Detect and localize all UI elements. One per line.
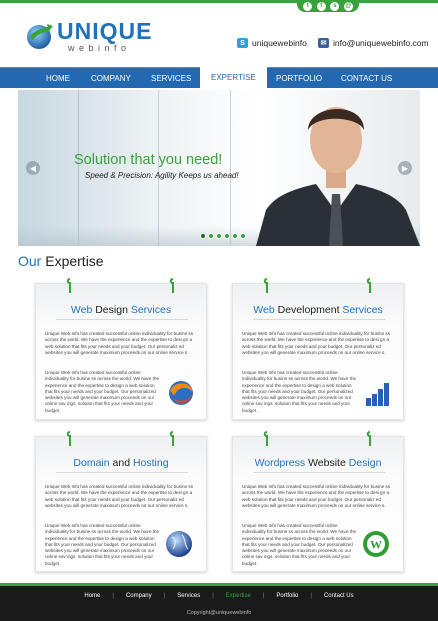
divider [253, 319, 385, 320]
card-title: Web Design Services [70, 304, 172, 316]
card-domain-hosting[interactable]: Domain and Hosting Unique Web Info has c… [35, 431, 207, 572]
logo-wordmark: UNIQUE [57, 18, 153, 44]
footer-link-company[interactable]: Company [114, 593, 164, 599]
card-title: Domain and Hosting [73, 457, 169, 469]
card-paragraph: Unique Web Info has created successful o… [242, 484, 391, 508]
skype-icon[interactable]: s [330, 1, 340, 11]
nav-expertise[interactable]: EXPERTISE [200, 65, 267, 89]
card-wordpress-design[interactable]: Wordpress Website Design Unique Web Info… [232, 431, 404, 572]
pin-icon [66, 278, 71, 293]
pin-icon [366, 278, 371, 293]
svg-text:W: W [370, 538, 382, 552]
divider [56, 319, 188, 320]
slider-headline: Solution that you need! [74, 152, 223, 168]
browser-globe-icon [169, 381, 193, 405]
pin-icon [263, 278, 268, 293]
card-paragraph: Unique Web Info has created successful o… [242, 370, 357, 413]
pin-icon [366, 431, 371, 446]
envelope-icon: ✉ [318, 38, 329, 48]
businessman-photo [256, 107, 420, 246]
footer: Home | Company | Services | Expertise | … [0, 586, 438, 621]
footer-link-portfolio[interactable]: Portfolio [264, 593, 310, 599]
card-paragraph: Unique Web Info has created successful o… [45, 484, 194, 508]
globe-icon [166, 531, 192, 557]
divider [253, 472, 385, 473]
slider-dot[interactable] [232, 233, 238, 239]
slider-pagination [200, 233, 246, 239]
bar-chart-icon [366, 383, 389, 406]
footer-nav: Home | Company | Services | Expertise | … [0, 593, 438, 599]
card-title: Web Development Services [253, 304, 383, 316]
nav-home[interactable]: HOME [46, 68, 70, 89]
skype-icon: S [237, 38, 248, 48]
card-title: Wordpress Website Design [254, 457, 382, 469]
pin-icon [169, 278, 174, 293]
card-paragraph: Unique Web Info has created successful o… [45, 523, 160, 566]
card-paragraph: Unique Web Info has created successful o… [242, 331, 391, 355]
slider-dot[interactable] [216, 233, 222, 239]
card-paragraph: Unique Web Info has created successful o… [45, 370, 160, 413]
top-accent-bar [0, 0, 438, 3]
card-web-design[interactable]: Web Design Services Unique Web Info has … [35, 278, 207, 420]
pin-icon [66, 431, 71, 446]
card-paragraph: Unique Web Info has created successful o… [45, 331, 194, 355]
footer-link-expertise[interactable]: Expertise [214, 593, 263, 599]
logo-globe-icon [27, 24, 53, 49]
slider-dot[interactable] [200, 233, 206, 239]
section-title: Our Expertise [18, 253, 104, 269]
email-address: info@uniquewebinfo.com [333, 38, 429, 48]
slider-next-arrow-icon[interactable]: ▶ [398, 161, 412, 175]
slider-prev-arrow-icon[interactable]: ◀ [26, 161, 40, 175]
logo-subtitle: webinfo [68, 43, 131, 53]
skype-contact[interactable]: S uniquewebinfo [237, 38, 307, 48]
section-title-main: Expertise [45, 253, 104, 269]
slider-dot[interactable] [208, 233, 214, 239]
social-links: t f s @ [297, 0, 359, 12]
site-logo[interactable]: UNIQUE webinfo [25, 18, 155, 54]
pin-icon [263, 431, 268, 446]
card-paragraph: Unique Web Info has created successful o… [242, 523, 357, 566]
skype-handle: uniquewebinfo [252, 38, 307, 48]
footer-link-home[interactable]: Home [72, 593, 112, 599]
nav-company[interactable]: COMPANY [91, 68, 131, 89]
nav-contact-us[interactable]: CONTACT US [341, 68, 392, 89]
section-title-our: Our [18, 253, 42, 269]
footer-link-contact-us[interactable]: Contact Us [312, 593, 366, 599]
nav-services[interactable]: SERVICES [151, 68, 191, 89]
wordpress-icon: W [363, 531, 389, 557]
card-web-development[interactable]: Web Development Services Unique Web Info… [232, 278, 404, 420]
email-icon[interactable]: @ [343, 1, 353, 11]
twitter-icon[interactable]: t [303, 1, 313, 11]
nav-portfolio[interactable]: PORTFOLIO [276, 68, 322, 89]
copyright: Copyright@uniquewebinfo [186, 610, 252, 616]
pin-icon [169, 431, 174, 446]
email-contact[interactable]: ✉ info@uniquewebinfo.com [318, 38, 429, 48]
footer-link-services[interactable]: Services [165, 593, 212, 599]
facebook-icon[interactable]: f [316, 1, 326, 11]
slider-dot[interactable] [224, 233, 230, 239]
slider-dot[interactable] [240, 233, 246, 239]
slider-subline: Speed & Precision: Agility Keeps us ahea… [85, 171, 239, 180]
divider [56, 472, 188, 473]
main-nav: HOME COMPANY SERVICES EXPERTISE PORTFOLI… [0, 65, 438, 89]
hero-slider: Solution that you need! Speed & Precisio… [18, 90, 420, 246]
